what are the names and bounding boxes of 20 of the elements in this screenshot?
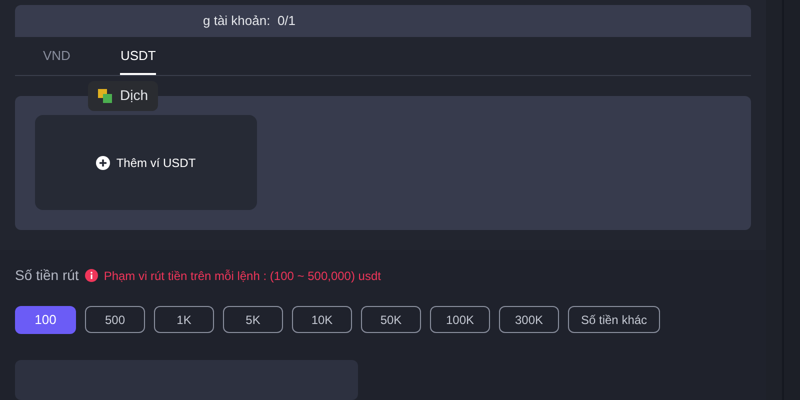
- amount-chip[interactable]: 500: [85, 306, 145, 333]
- amount-label: Số tiền rút: [15, 266, 79, 285]
- account-count: g tài khoản: 0/1: [203, 12, 296, 30]
- amount-chip[interactable]: Số tiền khác: [568, 306, 660, 333]
- amount-chip[interactable]: 100: [15, 306, 76, 334]
- currency-tab[interactable]: USDT: [120, 46, 156, 75]
- translate-label: Dịch: [120, 86, 148, 106]
- translate-popup[interactable]: Dịch: [88, 80, 158, 111]
- info-icon: [84, 269, 98, 282]
- translate-icon: [98, 88, 112, 103]
- amount-chip[interactable]: 50K: [361, 306, 421, 333]
- add-wallet-card[interactable]: Thêm ví USDT: [35, 115, 257, 210]
- amount-chip[interactable]: 10K: [292, 306, 352, 333]
- amount-range-hint: Phạm vi rút tiền trên mỗi lệnh : (100 ~ 500,000) usdt: [104, 268, 381, 284]
- plus-circle-icon: [96, 156, 110, 170]
- amount-chip[interactable]: 300K: [499, 306, 559, 333]
- amount-chip[interactable]: 1K: [154, 306, 214, 333]
- amount-chip[interactable]: 100K: [430, 306, 490, 333]
- currency-tab[interactable]: VND: [43, 46, 70, 75]
- amount-chip[interactable]: 5K: [223, 306, 283, 333]
